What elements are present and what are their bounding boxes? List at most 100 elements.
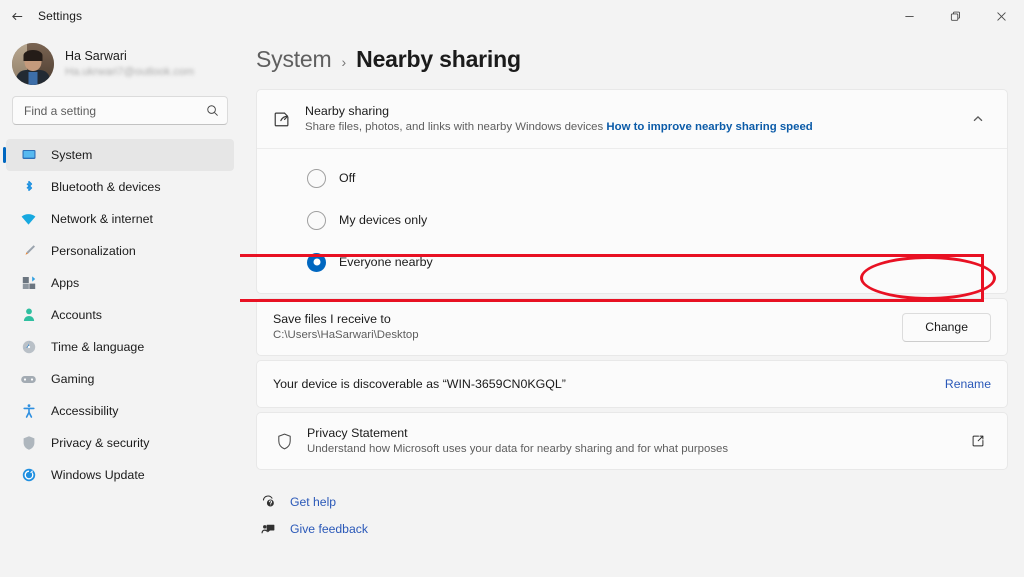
sidebar-item-windows-update[interactable]: Windows Update <box>6 459 234 491</box>
sidebar: Ha Sarwari Ha.ukrwari7@outlook.com <box>0 32 240 577</box>
settings-cards: Nearby sharing Share files, photos, and … <box>256 89 1008 470</box>
radio-label: Off <box>339 171 355 185</box>
sidebar-label: Network & internet <box>51 212 153 226</box>
external-link-icon[interactable] <box>965 434 991 448</box>
sidebar-label: Windows Update <box>51 468 145 482</box>
nearby-sharing-text: Nearby sharing Share files, photos, and … <box>305 103 951 135</box>
apps-icon <box>20 275 37 292</box>
save-files-title: Save files I receive to <box>273 311 890 327</box>
sidebar-item-privacy-security[interactable]: Privacy & security <box>6 427 234 459</box>
restore-button[interactable] <box>932 0 978 32</box>
gamepad-icon <box>20 371 37 388</box>
radio-option-everyone-nearby[interactable]: Everyone nearby <box>307 251 1007 273</box>
update-icon <box>20 467 37 484</box>
help-icon <box>260 494 277 509</box>
sidebar-item-gaming[interactable]: Gaming <box>6 363 234 395</box>
sidebar-label: Time & language <box>51 340 144 354</box>
search-box[interactable] <box>12 96 228 125</box>
shield-outline-icon <box>273 432 295 451</box>
privacy-statement-subtitle: Understand how Microsoft uses your data … <box>307 442 953 457</box>
nearby-sharing-description: Share files, photos, and links with near… <box>305 121 603 133</box>
save-files-path: C:\Users\HaSarwari\Desktop <box>273 328 890 343</box>
profile-name: Ha Sarwari <box>65 49 194 64</box>
paintbrush-icon <box>20 243 37 260</box>
radio-option-off[interactable]: Off <box>307 167 1007 189</box>
monitor-icon <box>20 147 37 164</box>
avatar <box>12 43 54 85</box>
sidebar-label: Accounts <box>51 308 102 322</box>
navigation-list: System Bluetooth & devices <box>0 139 240 491</box>
get-help-label: Get help <box>290 495 336 509</box>
sidebar-item-system[interactable]: System <box>6 139 234 171</box>
privacy-statement-text: Privacy Statement Understand how Microso… <box>307 425 953 457</box>
window-title: Settings <box>38 9 82 23</box>
main-content: System › Nearby sharing <box>240 32 1024 577</box>
nearby-sharing-card: Nearby sharing Share files, photos, and … <box>256 89 1008 294</box>
title-bar: Settings <box>0 0 1024 32</box>
search-input[interactable] <box>24 104 206 118</box>
minimize-button[interactable] <box>886 0 932 32</box>
back-button[interactable] <box>0 0 34 32</box>
sidebar-item-time-language[interactable]: Time & language <box>6 331 234 363</box>
close-button[interactable] <box>978 0 1024 32</box>
user-profile[interactable]: Ha Sarwari Ha.ukrwari7@outlook.com <box>0 32 240 94</box>
shield-icon <box>20 435 37 452</box>
sidebar-label: Personalization <box>51 244 136 258</box>
save-files-row: Save files I receive to C:\Users\HaSarwa… <box>256 298 1008 356</box>
search-container <box>0 96 240 125</box>
profile-email: Ha.ukrwari7@outlook.com <box>65 65 194 79</box>
window-body: Ha Sarwari Ha.ukrwari7@outlook.com <box>0 32 1024 577</box>
chevron-up-icon[interactable] <box>965 113 991 125</box>
nearby-sharing-subtitle: Share files, photos, and links with near… <box>305 120 951 135</box>
improve-speed-link[interactable]: How to improve nearby sharing speed <box>606 121 812 133</box>
nearby-sharing-title: Nearby sharing <box>305 103 951 119</box>
nearby-sharing-options: Off My devices only Everyone nearby <box>257 149 1007 293</box>
sidebar-label: Gaming <box>51 372 94 386</box>
device-name-row: Your device is discoverable as “WIN-3659… <box>256 360 1008 408</box>
person-icon <box>20 307 37 324</box>
save-files-text: Save files I receive to C:\Users\HaSarwa… <box>273 311 890 343</box>
sidebar-item-personalization[interactable]: Personalization <box>6 235 234 267</box>
breadcrumb-separator: › <box>341 54 346 70</box>
page-title: Nearby sharing <box>356 46 521 73</box>
device-name-text: Your device is discoverable as “WIN-3659… <box>273 376 933 392</box>
save-files-content: Save files I receive to C:\Users\HaSarwa… <box>257 299 1007 355</box>
radio-indicator <box>307 211 326 230</box>
device-name-label: Your device is discoverable as “WIN-3659… <box>273 376 933 392</box>
share-icon <box>271 110 291 129</box>
breadcrumb: System › Nearby sharing <box>256 32 1008 89</box>
breadcrumb-parent[interactable]: System <box>256 46 331 73</box>
get-help-link[interactable]: Get help <box>260 488 1008 515</box>
privacy-statement-content: Privacy Statement Understand how Microso… <box>257 413 1007 469</box>
rename-link[interactable]: Rename <box>945 377 991 391</box>
radio-label: Everyone nearby <box>339 255 433 269</box>
radio-label: My devices only <box>339 213 427 227</box>
sidebar-label: Privacy & security <box>51 436 149 450</box>
feedback-icon <box>260 521 277 536</box>
sidebar-item-accounts[interactable]: Accounts <box>6 299 234 331</box>
sidebar-label: System <box>51 148 92 162</box>
sidebar-item-apps[interactable]: Apps <box>6 267 234 299</box>
privacy-statement-title: Privacy Statement <box>307 425 953 441</box>
sidebar-label: Accessibility <box>51 404 118 418</box>
give-feedback-label: Give feedback <box>290 522 368 536</box>
settings-window: Settings <box>0 0 1024 577</box>
sidebar-item-accessibility[interactable]: Accessibility <box>6 395 234 427</box>
nearby-sharing-header[interactable]: Nearby sharing Share files, photos, and … <box>257 90 1007 148</box>
search-icon <box>206 104 219 117</box>
sidebar-item-network-internet[interactable]: Network & internet <box>6 203 234 235</box>
radio-indicator <box>307 169 326 188</box>
sidebar-item-bluetooth-devices[interactable]: Bluetooth & devices <box>6 171 234 203</box>
footer-links: Get help Give feedback <box>256 488 1008 542</box>
sidebar-label: Bluetooth & devices <box>51 180 161 194</box>
accessibility-icon <box>20 403 37 420</box>
clock-icon <box>20 339 37 356</box>
bluetooth-icon <box>20 179 37 196</box>
give-feedback-link[interactable]: Give feedback <box>260 515 1008 542</box>
wifi-icon <box>20 211 37 228</box>
device-name-content: Your device is discoverable as “WIN-3659… <box>257 361 1007 407</box>
privacy-statement-row[interactable]: Privacy Statement Understand how Microso… <box>256 412 1008 470</box>
radio-indicator-selected <box>307 253 326 272</box>
change-button[interactable]: Change <box>902 313 991 342</box>
radio-option-my-devices-only[interactable]: My devices only <box>307 209 1007 231</box>
